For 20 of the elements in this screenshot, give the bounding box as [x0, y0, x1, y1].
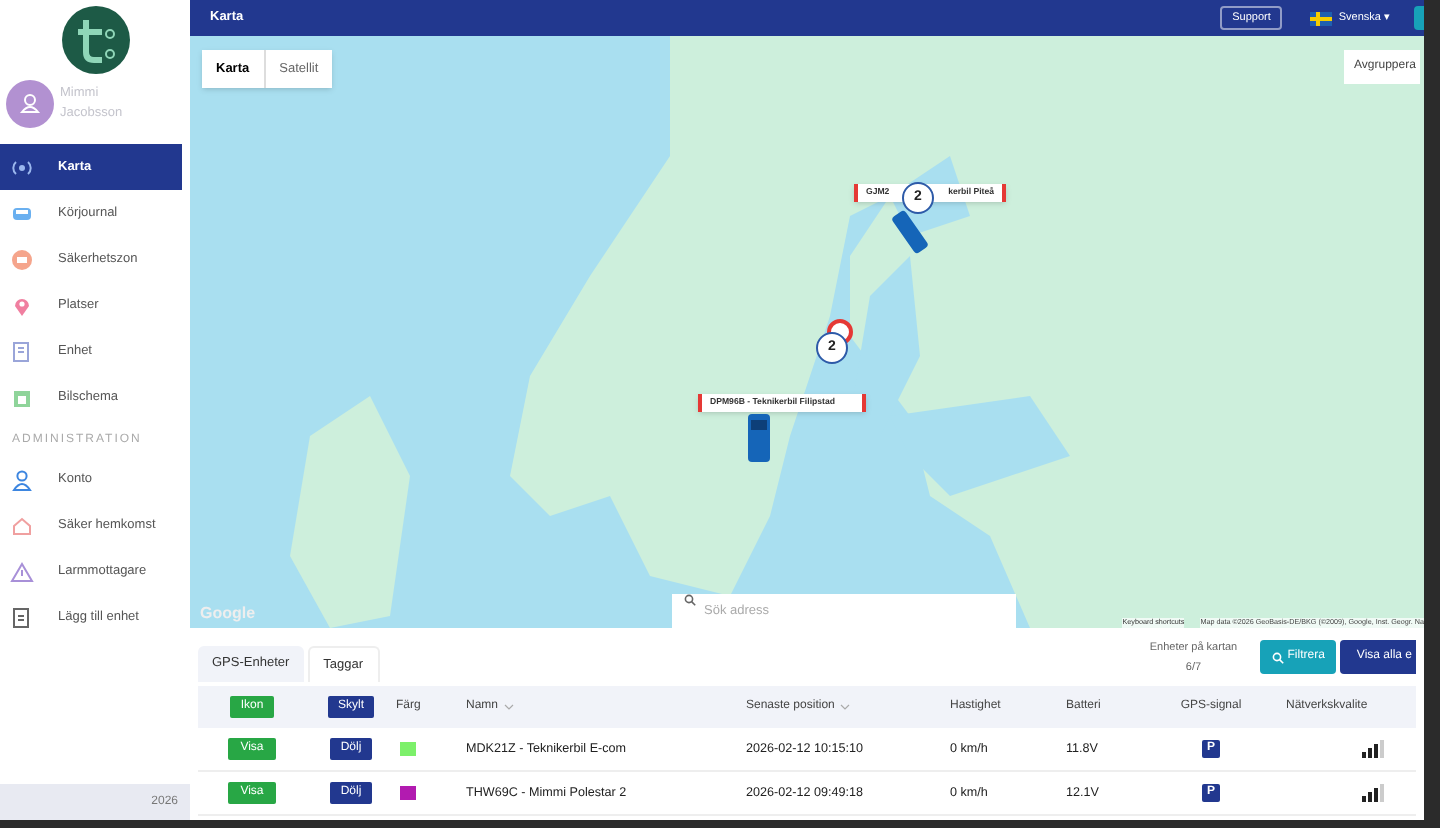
search-icon [684, 593, 696, 605]
signal-bars-icon [1362, 784, 1386, 802]
swedish-flag-icon [1310, 11, 1333, 25]
document-icon [10, 339, 34, 363]
search-icon [1271, 651, 1284, 663]
sort-icon[interactable] [504, 704, 515, 710]
warning-icon [10, 559, 34, 583]
avatar-icon [6, 80, 54, 128]
sort-icon[interactable] [840, 704, 851, 710]
car-icon [890, 210, 930, 254]
antenna-icon [10, 155, 34, 179]
header-button[interactable] [1414, 6, 1424, 30]
google-logo: Google [200, 602, 256, 626]
document-icon [10, 605, 34, 629]
logo-icon [61, 6, 129, 74]
signal-bars-icon [1362, 740, 1386, 758]
location-pin-icon [10, 293, 34, 317]
user-icon [10, 467, 34, 491]
house-icon [10, 513, 34, 537]
car-icon [748, 414, 770, 462]
